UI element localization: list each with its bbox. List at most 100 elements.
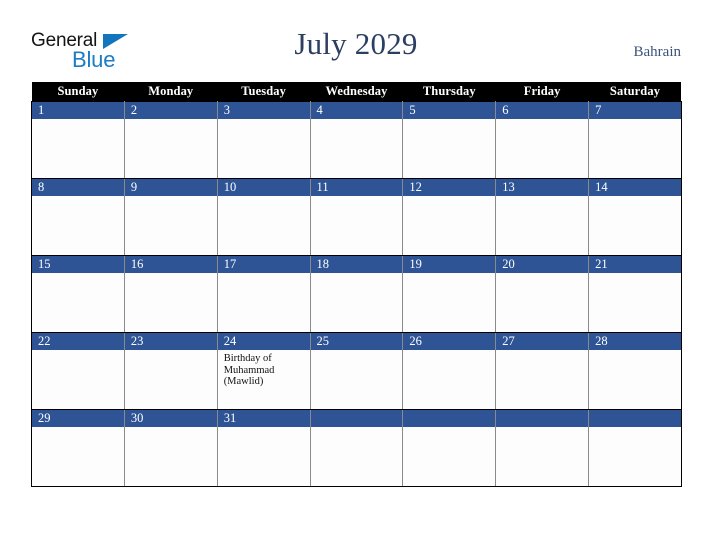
calendar-day-cell[interactable]: 2 xyxy=(123,101,218,179)
day-number: 25 xyxy=(310,333,403,350)
day-box: 11 xyxy=(310,179,403,255)
day-box: 25 xyxy=(310,333,403,409)
calendar-weekday-header: Sunday Monday Tuesday Wednesday Thursday Frid… xyxy=(31,82,682,102)
weekday-header-sunday: Sunday xyxy=(31,82,125,102)
day-number: 29 xyxy=(32,410,124,427)
day-box: 26 xyxy=(403,333,496,409)
calendar-day-cell[interactable]: 21 xyxy=(588,255,682,333)
calendar-day-cell[interactable]: 20 xyxy=(495,255,590,333)
day-number: 4 xyxy=(310,102,403,119)
calendar-week-row: 29 30 31 xyxy=(31,409,682,487)
calendar-day-cell[interactable]: 18 xyxy=(309,255,404,333)
day-number: 17 xyxy=(217,256,310,273)
calendar-day-cell[interactable]: 22 xyxy=(31,332,125,410)
day-number xyxy=(496,410,589,427)
calendar-table: Sunday Monday Tuesday Wednesday Thursday Frid… xyxy=(31,82,682,487)
day-number: 28 xyxy=(589,333,681,350)
day-box: 15 xyxy=(32,256,124,332)
calendar-day-cell[interactable]: 30 xyxy=(123,409,218,487)
calendar-day-cell[interactable]: 15 xyxy=(31,255,125,333)
calendar-day-cell[interactable]: 7 xyxy=(588,101,682,179)
calendar-day-cell[interactable]: 14 xyxy=(588,178,682,256)
day-number: 26 xyxy=(403,333,496,350)
day-number: 10 xyxy=(217,179,310,196)
day-box xyxy=(403,410,496,486)
day-box: 29 xyxy=(32,410,124,486)
day-box: 5 xyxy=(403,102,496,178)
day-box: 21 xyxy=(589,256,681,332)
calendar-day-cell[interactable]: 1 xyxy=(31,101,125,179)
day-number: 19 xyxy=(403,256,496,273)
day-box xyxy=(496,410,589,486)
day-box: 7 xyxy=(589,102,681,178)
calendar-day-cell[interactable]: 27 xyxy=(495,332,590,410)
calendar-day-cell[interactable]: 3 xyxy=(216,101,311,179)
day-box: 31 xyxy=(217,410,310,486)
day-number xyxy=(589,410,681,427)
calendar-day-cell[interactable]: 26 xyxy=(402,332,497,410)
day-number: 30 xyxy=(124,410,217,427)
day-box xyxy=(310,410,403,486)
calendar-day-cell[interactable]: 25 xyxy=(309,332,404,410)
day-number: 1 xyxy=(32,102,124,119)
calendar-day-cell[interactable]: 28 xyxy=(588,332,682,410)
weekday-header-row: Sunday Monday Tuesday Wednesday Thursday Frid… xyxy=(31,82,682,102)
calendar-week-row: 8 9 10 11 12 13 14 xyxy=(31,178,682,256)
day-events: Birthday of Muhammad (Mawlid) xyxy=(218,350,310,388)
calendar-day-cell[interactable]: 10 xyxy=(216,178,311,256)
day-number: 22 xyxy=(32,333,124,350)
calendar-cell-empty xyxy=(588,409,682,487)
calendar-page: General Blue July 2029 Bahrain Sunday Mon… xyxy=(0,0,712,550)
day-box: 24 Birthday of Muhammad (Mawlid) xyxy=(217,333,310,409)
calendar-cell-empty xyxy=(402,409,497,487)
day-number: 9 xyxy=(124,179,217,196)
calendar-week-row: 22 23 24 Birthday of Muhammad (Mawlid) 25 26 2… xyxy=(31,332,682,410)
calendar-day-cell[interactable]: 29 xyxy=(31,409,125,487)
weekday-header-thursday: Thursday xyxy=(402,82,496,102)
day-box: 8 xyxy=(32,179,124,255)
page-title: July 2029 xyxy=(294,26,418,61)
calendar-day-cell[interactable]: 31 xyxy=(216,409,311,487)
weekday-header-tuesday: Tuesday xyxy=(217,82,311,102)
day-number: 5 xyxy=(403,102,496,119)
calendar-day-cell[interactable]: 5 xyxy=(402,101,497,179)
day-number: 21 xyxy=(589,256,681,273)
calendar-cell-empty xyxy=(309,409,404,487)
day-box: 4 xyxy=(310,102,403,178)
day-box: 20 xyxy=(496,256,589,332)
day-number: 15 xyxy=(32,256,124,273)
calendar-day-cell[interactable]: 19 xyxy=(402,255,497,333)
day-box: 30 xyxy=(124,410,217,486)
calendar-day-cell[interactable]: 6 xyxy=(495,101,590,179)
day-number: 12 xyxy=(403,179,496,196)
weekday-header-monday: Monday xyxy=(124,82,218,102)
calendar-day-cell[interactable]: 9 xyxy=(123,178,218,256)
day-box: 19 xyxy=(403,256,496,332)
day-box: 6 xyxy=(496,102,589,178)
calendar-day-cell[interactable]: 23 xyxy=(123,332,218,410)
calendar-day-cell[interactable]: 16 xyxy=(123,255,218,333)
calendar-table-wrapper: Sunday Monday Tuesday Wednesday Thursday Frid… xyxy=(31,82,682,487)
calendar-week-row: 1234567 xyxy=(31,101,682,179)
day-number xyxy=(310,410,403,427)
weekday-header-saturday: Saturday xyxy=(588,82,682,102)
day-number xyxy=(403,410,496,427)
day-number: 27 xyxy=(496,333,589,350)
day-box: 17 xyxy=(217,256,310,332)
day-box: 10 xyxy=(217,179,310,255)
calendar-day-cell[interactable]: 11 xyxy=(309,178,404,256)
day-number: 3 xyxy=(217,102,310,119)
calendar-day-cell[interactable]: 17 xyxy=(216,255,311,333)
page-header: General Blue July 2029 Bahrain xyxy=(0,0,712,82)
day-box: 12 xyxy=(403,179,496,255)
calendar-day-cell[interactable]: 12 xyxy=(402,178,497,256)
holiday-event: Birthday of Muhammad (Mawlid) xyxy=(223,353,275,387)
day-number: 24 xyxy=(217,333,310,350)
calendar-day-cell[interactable]: 8 xyxy=(31,178,125,256)
day-box: 2 xyxy=(124,102,217,178)
calendar-day-cell[interactable]: 4 xyxy=(309,101,404,179)
day-number: 23 xyxy=(124,333,217,350)
calendar-day-cell[interactable]: 13 xyxy=(495,178,590,256)
calendar-day-cell[interactable]: 24 Birthday of Muhammad (Mawlid) xyxy=(216,332,311,410)
day-number: 20 xyxy=(496,256,589,273)
